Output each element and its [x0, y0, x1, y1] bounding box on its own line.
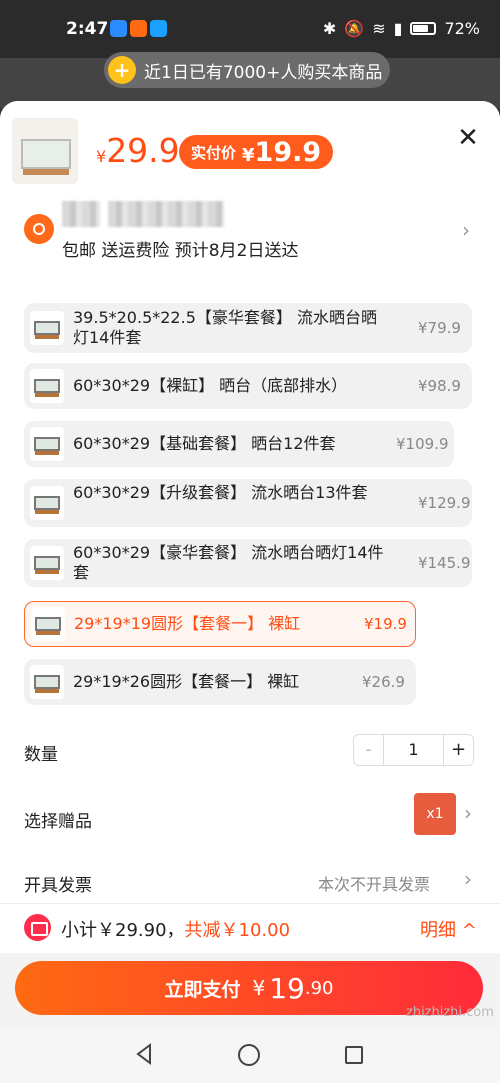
- sku-option[interactable]: 60*30*29【豪华套餐】 流水晒台晒灯14件套 ¥145.9: [24, 539, 472, 587]
- quantity-value[interactable]: 1: [384, 735, 443, 765]
- close-icon[interactable]: ✕: [454, 124, 482, 152]
- back-icon[interactable]: [134, 1043, 154, 1065]
- mute-icon: 🔕: [344, 19, 365, 38]
- app-notification-icon: [150, 20, 167, 37]
- invoice-value[interactable]: 本次不开具发票: [318, 871, 430, 895]
- sku-label: 39.5*20.5*22.5【豪华套餐】 流水晒台晒灯14件套: [73, 308, 377, 347]
- discount-text: 共减￥10.00: [184, 920, 291, 941]
- battery-icon: [410, 22, 437, 35]
- tank-image: [21, 139, 71, 169]
- sku-label: 29*19*26圆形【套餐一】 裸缸: [73, 672, 300, 691]
- sku-thumbnail: [30, 311, 64, 345]
- sku-price: ¥129.9: [418, 494, 471, 512]
- sku-option[interactable]: 60*30*29【升级套餐】 流水晒台13件套 ¥129.9: [24, 479, 472, 527]
- status-time: 2:47: [66, 19, 109, 39]
- status-icons: ✱ 🔕 ≋ ▮ 72%: [323, 19, 480, 38]
- battery-percent: 72%: [444, 19, 480, 38]
- recent-apps-icon[interactable]: [345, 1046, 363, 1064]
- sku-label: 60*30*29【豪华套餐】 流水晒台晒灯14件套: [73, 543, 384, 582]
- app-notification-icon: [110, 20, 127, 37]
- sku-label: 60*30*29【裸缸】 晒台（底部排水）: [73, 376, 348, 395]
- sku-option[interactable]: 60*30*29【基础套餐】 晒台12件套 ¥109.9: [24, 421, 454, 467]
- quantity-increment-button[interactable]: +: [443, 735, 473, 765]
- sku-label: 60*30*29【升级套餐】 流水晒台13件套: [73, 483, 368, 502]
- detail-button[interactable]: 明细 ^: [420, 916, 477, 942]
- sku-price: ¥109.9: [396, 435, 449, 453]
- sku-thumbnail: [30, 486, 64, 520]
- chevron-right-icon[interactable]: ›: [464, 801, 472, 825]
- actual-price-badge: 实付价 ¥19.9: [179, 135, 334, 169]
- tank-base-image: [23, 169, 69, 175]
- banner-text: 近1日已有7000+人购买本商品: [144, 62, 383, 83]
- quantity-stepper: - 1 +: [353, 734, 474, 766]
- watermark: zhizhizhi.com: [406, 1005, 494, 1020]
- bluetooth-icon: ✱: [322, 19, 337, 38]
- sku-option[interactable]: 60*30*29【裸缸】 晒台（底部排水） ¥98.9: [24, 363, 472, 409]
- sku-thumbnail: [30, 369, 64, 403]
- sheet-header: ¥29.9 实付价 ¥19.9 ✕ 包邮 送运费险 预计8月2日送达 ›: [0, 101, 500, 287]
- purchase-sheet: ¥29.9 实付价 ¥19.9 ✕ 包邮 送运费险 预计8月2日送达 › 39.…: [0, 101, 500, 1083]
- actual-price-amount: ¥19.9: [242, 136, 322, 168]
- signal-icon: ▮: [393, 19, 403, 38]
- original-price: ¥29.9: [96, 131, 180, 170]
- sku-thumbnail: [30, 665, 64, 699]
- sku-options: 39.5*20.5*22.5【豪华套餐】 流水晒台晒灯14件套 ¥79.9 60…: [0, 287, 500, 707]
- app-notification-icon: [130, 20, 147, 37]
- sku-thumbnail: [31, 607, 65, 641]
- location-icon: [24, 214, 54, 244]
- status-bar: 2:47 ✱ 🔕 ≋ ▮ 72%: [0, 0, 500, 58]
- quantity-label: 数量: [24, 745, 58, 765]
- sku-label: 29*19*19圆形【套餐一】 裸缸: [74, 614, 301, 633]
- sku-thumbnail: [30, 546, 64, 580]
- price-summary: 小计￥29.90，共减￥10.00 明细 ^: [0, 903, 500, 953]
- product-thumbnail[interactable]: [12, 118, 78, 184]
- sku-price: ¥98.9: [418, 377, 461, 395]
- address-blurred: [62, 201, 100, 227]
- subtotal-text: 小计￥29.90，共减￥10.00: [61, 920, 291, 941]
- shipping-info: 包邮 送运费险 预计8月2日送达: [62, 241, 299, 261]
- home-icon[interactable]: [238, 1044, 260, 1066]
- sku-price: ¥79.9: [418, 319, 461, 337]
- social-proof-banner: + 近1日已有7000+人购买本商品: [104, 52, 390, 88]
- chevron-right-icon[interactable]: ›: [462, 218, 470, 242]
- sku-thumbnail: [30, 427, 64, 461]
- sku-price: ¥19.9: [364, 615, 407, 633]
- address-blurred: [108, 201, 224, 227]
- chevron-right-icon[interactable]: ›: [464, 867, 472, 891]
- sku-option[interactable]: 29*19*26圆形【套餐一】 裸缸 ¥26.9: [24, 659, 416, 705]
- sku-label: 60*30*29【基础套餐】 晒台12件套: [73, 434, 336, 453]
- wifi-icon: ≋: [372, 19, 386, 38]
- gift-thumbnail[interactable]: x1: [414, 793, 456, 835]
- plus-badge-icon: +: [108, 56, 136, 84]
- invoice-label[interactable]: 开具发票: [24, 871, 92, 896]
- coupon-icon: [24, 914, 51, 941]
- sku-option[interactable]: 39.5*20.5*22.5【豪华套餐】 流水晒台晒灯14件套 ¥79.9: [24, 303, 472, 353]
- sku-price: ¥26.9: [362, 673, 405, 691]
- gift-label[interactable]: 选择赠品: [24, 807, 92, 832]
- order-options: 数量 - 1 + 选择赠品 x1 › 开具发票 本次不开具发票 ›: [0, 707, 500, 903]
- quantity-decrement-button[interactable]: -: [354, 735, 384, 765]
- system-nav-bar: [0, 1027, 500, 1083]
- sku-option-selected[interactable]: 29*19*19圆形【套餐一】 裸缸 ¥19.9: [24, 601, 416, 647]
- sku-price: ¥145.9: [418, 554, 471, 572]
